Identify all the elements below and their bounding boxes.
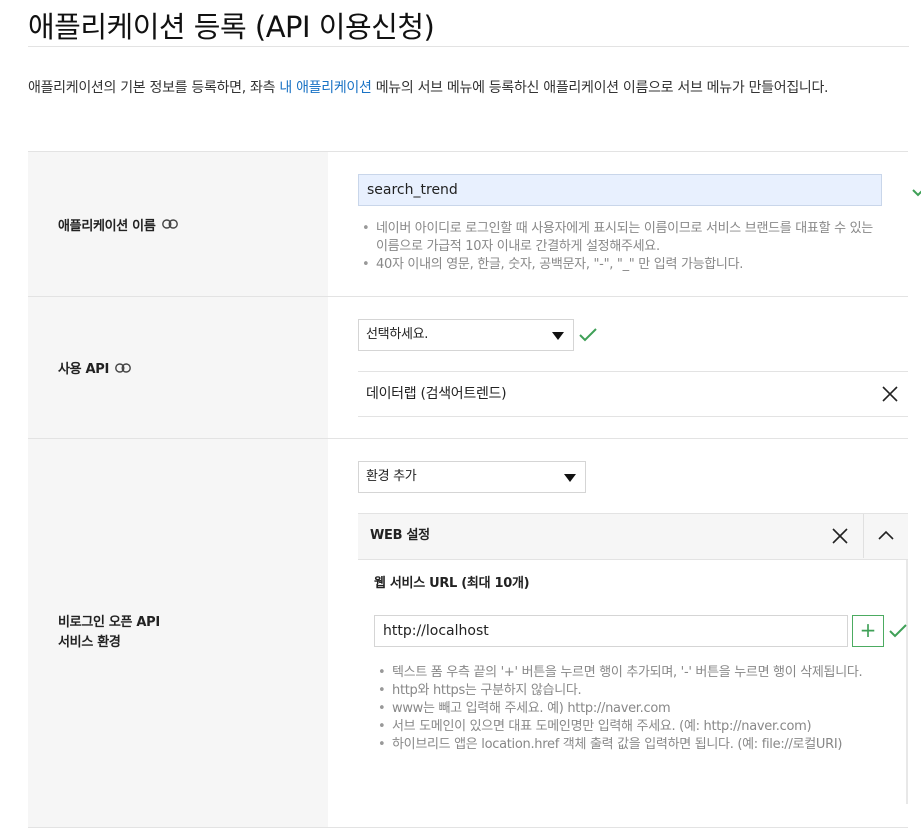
intro-text-after: 메뉴의 서브 메뉴에 등록하신 애플리케이션 이름으로 서브 메뉴가 만들어집니… [371, 80, 829, 96]
env-label: 비로그인 오픈 API 서비스 환경 [28, 439, 328, 827]
api-body: 선택하세요. 데이터랩 (검색어트렌드) [328, 297, 908, 438]
env-body: 환경 추가 WEB 설정 웹 서비스 URL (최대 10개) http://l… [328, 439, 908, 827]
app-name-row: 애플리케이션 이름 search_trend 네이버 아이디로 로그인할 때 사… [28, 152, 921, 297]
help-item: 하이브리드 앱은 location.href 객체 출력 값을 입력하면 됩니다… [374, 736, 884, 754]
env-select[interactable]: 환경 추가 [358, 461, 586, 493]
api-label: 사용 API [28, 297, 328, 438]
selected-api-label: 데이터랩 (검색어트렌드) [366, 386, 507, 402]
api-select-value: 선택하세요. [366, 327, 429, 342]
web-url-subtitle: 웹 서비스 URL (최대 10개) [374, 576, 530, 591]
dropdown-arrow-icon [564, 474, 576, 482]
title-divider [28, 46, 909, 47]
intro-text-before: 애플리케이션의 기본 정보를 등록하면, 좌측 [28, 80, 280, 96]
add-url-button[interactable]: + [852, 615, 884, 647]
help-item: 40자 이내의 영문, 한글, 숫자, 공백문자, "-", "_" 만 입력 … [358, 256, 888, 274]
selected-api-item: 데이터랩 (검색어트렌드) [358, 371, 908, 417]
web-url-input[interactable]: http://localhost [374, 615, 848, 647]
check-icon [889, 624, 907, 638]
web-url-help: 텍스트 폼 우측 끝의 '+' 버튼을 누르면 행이 추가되며, '-' 버튼을… [374, 664, 884, 754]
chevron-up-icon[interactable] [878, 530, 894, 540]
web-settings-title: WEB 설정 [370, 528, 430, 543]
web-settings-body: 웹 서비스 URL (최대 10개) http://localhost + 텍스… [358, 560, 908, 804]
header-divider [863, 514, 864, 558]
help-item: http와 https는 구분하지 않습니다. [374, 682, 884, 700]
help-item: 네이버 아이디로 로그인할 때 사용자에게 표시되는 이름이므로 서비스 브랜드… [358, 220, 888, 256]
check-icon [912, 189, 921, 197]
plus-icon: + [859, 618, 877, 642]
app-name-help: 네이버 아이디로 로그인할 때 사용자에게 표시되는 이름이므로 서비스 브랜드… [358, 220, 888, 274]
dropdown-arrow-icon [552, 332, 564, 340]
link-icon[interactable] [115, 362, 131, 373]
api-select[interactable]: 선택하세요. [358, 319, 574, 351]
app-name-label-text: 애플리케이션 이름 [58, 218, 156, 234]
application-form: 애플리케이션 이름 search_trend 네이버 아이디로 로그인할 때 사… [28, 151, 921, 828]
page-title: 애플리케이션 등록 (API 이용신청) [28, 10, 435, 44]
env-label-line1: 비로그인 오픈 API [58, 615, 160, 630]
link-icon[interactable] [161, 219, 178, 229]
check-icon [579, 328, 597, 342]
help-item: www는 빼고 입력해 주세요. 예) http://naver.com [374, 700, 884, 718]
help-item: 텍스트 폼 우측 끝의 '+' 버튼을 누르면 행이 추가되며, '-' 버튼을… [374, 664, 884, 682]
app-name-input[interactable]: search_trend [358, 174, 882, 206]
api-row: 사용 API 선택하세요. 데이터랩 (검색어트렌드) [28, 297, 908, 439]
help-item: 서브 도메인이 있으면 대표 도메인명만 입력해 주세요. (예: http:/… [374, 718, 884, 736]
env-label-line2: 서비스 환경 [58, 635, 121, 650]
web-settings-panel: WEB 설정 웹 서비스 URL (최대 10개) http://localho… [358, 513, 908, 804]
close-icon[interactable] [882, 386, 898, 402]
intro-text: 애플리케이션의 기본 정보를 등록하면, 좌측 내 애플리케이션 메뉴의 서브 … [28, 74, 908, 102]
env-row: 비로그인 오픈 API 서비스 환경 환경 추가 WEB 설정 웹 서비스 UR… [28, 439, 908, 828]
app-name-label: 애플리케이션 이름 [28, 152, 328, 296]
web-settings-header[interactable]: WEB 설정 [358, 513, 908, 560]
my-applications-link[interactable]: 내 애플리케이션 [279, 80, 372, 96]
close-icon[interactable] [832, 528, 848, 544]
env-select-value: 환경 추가 [366, 469, 417, 484]
app-name-body: search_trend 네이버 아이디로 로그인할 때 사용자에게 표시되는 … [328, 152, 921, 296]
api-label-text: 사용 API [58, 362, 110, 377]
